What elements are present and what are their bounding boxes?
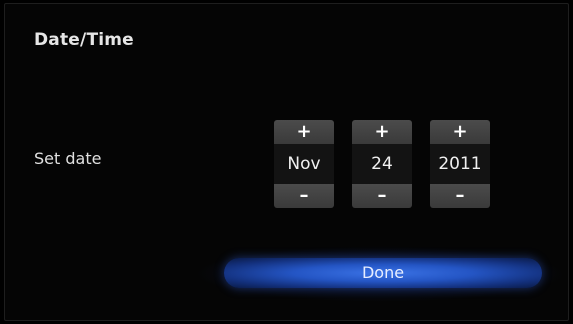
month-decrement-button[interactable]: –	[274, 184, 334, 208]
year-increment-button[interactable]: +	[430, 120, 490, 144]
day-value: 24	[352, 144, 412, 184]
month-increment-button[interactable]: +	[274, 120, 334, 144]
day-spinner: + 24 –	[352, 120, 412, 208]
date-time-screen: Date/Time Set date + Nov – + 24 – + 2011…	[0, 0, 573, 324]
day-decrement-button[interactable]: –	[352, 184, 412, 208]
set-date-label: Set date	[34, 149, 102, 168]
year-value: 2011	[430, 144, 490, 184]
done-button[interactable]: Done	[224, 258, 542, 288]
month-spinner: + Nov –	[274, 120, 334, 208]
year-spinner: + 2011 –	[430, 120, 490, 208]
month-value: Nov	[274, 144, 334, 184]
day-increment-button[interactable]: +	[352, 120, 412, 144]
year-decrement-button[interactable]: –	[430, 184, 490, 208]
page-title: Date/Time	[34, 30, 134, 50]
